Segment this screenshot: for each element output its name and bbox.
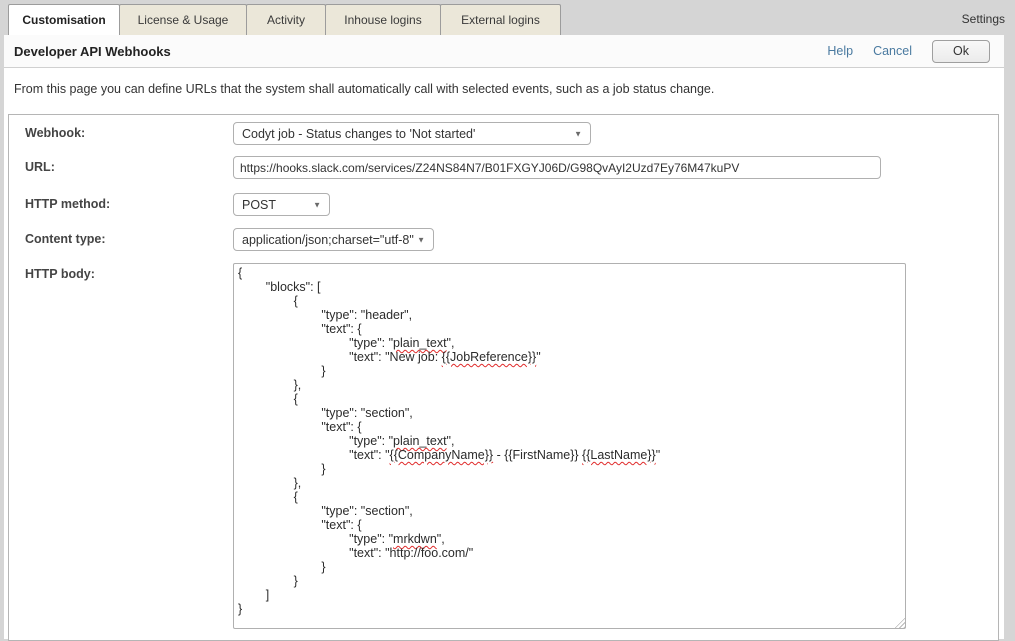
content-type-select-value: application/json;charset="utf-8": [242, 233, 414, 247]
http-method-label: HTTP method:: [25, 193, 110, 216]
help-link[interactable]: Help: [827, 44, 853, 58]
dropdown-arrow-icon: ▼: [313, 200, 321, 209]
dropdown-arrow-icon: ▼: [574, 129, 582, 138]
settings-label: Settings: [962, 12, 1005, 26]
http-body-label: HTTP body:: [25, 263, 95, 286]
header-bar: Developer API Webhooks Help Cancel Ok: [4, 35, 1004, 68]
main-panel: Developer API Webhooks Help Cancel Ok Fr…: [4, 35, 1004, 639]
header-actions: Help Cancel Ok: [827, 40, 994, 63]
content-type-select[interactable]: application/json;charset="utf-8" ▼: [233, 228, 434, 251]
page-title: Developer API Webhooks: [14, 44, 827, 59]
http-body-textarea[interactable]: { "blocks": [ { "type": "header", "text"…: [233, 263, 906, 629]
webhook-form-panel: Webhook: Codyt job - Status changes to '…: [8, 114, 999, 641]
tab-activity[interactable]: Activity: [246, 4, 326, 35]
page-description: From this page you can define URLs that …: [14, 82, 1004, 96]
webhook-select-value: Codyt job - Status changes to 'Not start…: [242, 127, 475, 141]
tab-external-logins[interactable]: External logins: [440, 4, 561, 35]
url-label: URL:: [25, 156, 55, 179]
http-method-select-value: POST: [242, 198, 276, 212]
content-type-label: Content type:: [25, 228, 106, 251]
webhook-label: Webhook:: [25, 122, 85, 145]
http-method-select[interactable]: POST ▼: [233, 193, 330, 216]
cancel-link[interactable]: Cancel: [873, 44, 912, 58]
ok-button[interactable]: Ok: [932, 40, 990, 63]
url-input[interactable]: [233, 156, 881, 179]
tab-license-usage[interactable]: License & Usage: [119, 4, 247, 35]
tab-customisation[interactable]: Customisation: [8, 4, 120, 35]
dropdown-arrow-icon: ▼: [417, 235, 425, 244]
tab-bar: Customisation License & Usage Activity I…: [0, 0, 1015, 35]
tab-inhouse-logins[interactable]: Inhouse logins: [325, 4, 441, 35]
settings-window: Customisation License & Usage Activity I…: [0, 0, 1015, 639]
webhook-select[interactable]: Codyt job - Status changes to 'Not start…: [233, 122, 591, 145]
